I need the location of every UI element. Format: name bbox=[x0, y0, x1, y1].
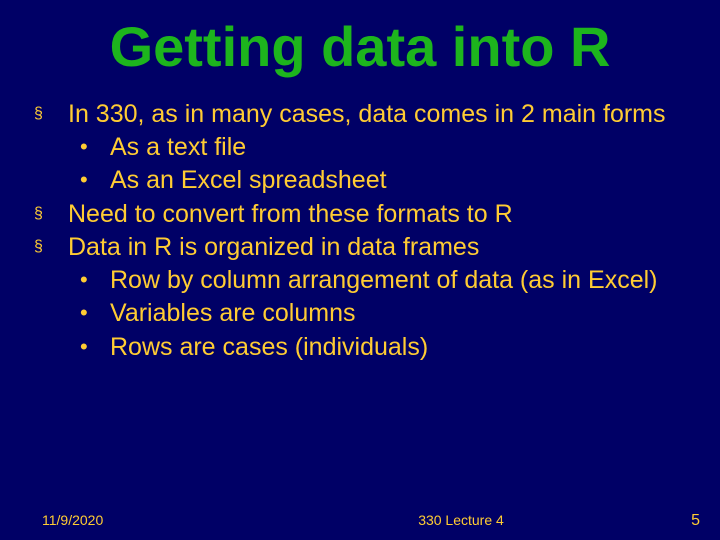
bullet-level2: • As a text file bbox=[34, 132, 694, 163]
dot-bullet-icon: • bbox=[80, 298, 110, 329]
bullet-level2: • Row by column arrangement of data (as … bbox=[34, 265, 694, 296]
dot-bullet-icon: • bbox=[80, 132, 110, 163]
square-bullet-icon: § bbox=[34, 232, 68, 263]
footer-date: 11/9/2020 bbox=[42, 512, 282, 528]
dot-bullet-icon: • bbox=[80, 332, 110, 363]
bullet-text: As a text file bbox=[110, 132, 694, 163]
bullet-text: Data in R is organized in data frames bbox=[68, 232, 694, 263]
bullet-text: Variables are columns bbox=[110, 298, 694, 329]
bullet-level1: § In 330, as in many cases, data comes i… bbox=[34, 99, 694, 130]
slide-footer: 11/9/2020 330 Lecture 4 5 bbox=[0, 512, 720, 530]
bullet-text: Need to convert from these formats to R bbox=[68, 199, 694, 230]
bullet-level2: • Rows are cases (individuals) bbox=[34, 332, 694, 363]
bullet-text: As an Excel spreadsheet bbox=[110, 165, 694, 196]
dot-bullet-icon: • bbox=[80, 165, 110, 196]
slide-title: Getting data into R bbox=[26, 18, 694, 77]
slide: Getting data into R § In 330, as in many… bbox=[0, 0, 720, 540]
bullet-text: In 330, as in many cases, data comes in … bbox=[68, 99, 694, 130]
bullet-level2: • As an Excel spreadsheet bbox=[34, 165, 694, 196]
square-bullet-icon: § bbox=[34, 99, 68, 130]
footer-center: 330 Lecture 4 bbox=[282, 512, 640, 528]
bullet-level1: § Data in R is organized in data frames bbox=[34, 232, 694, 263]
footer-page-number: 5 bbox=[640, 512, 700, 530]
bullet-level1: § Need to convert from these formats to … bbox=[34, 199, 694, 230]
slide-body: § In 330, as in many cases, data comes i… bbox=[26, 99, 694, 363]
bullet-text: Rows are cases (individuals) bbox=[110, 332, 694, 363]
bullet-text: Row by column arrangement of data (as in… bbox=[110, 265, 694, 296]
bullet-level2: • Variables are columns bbox=[34, 298, 694, 329]
square-bullet-icon: § bbox=[34, 199, 68, 230]
dot-bullet-icon: • bbox=[80, 265, 110, 296]
